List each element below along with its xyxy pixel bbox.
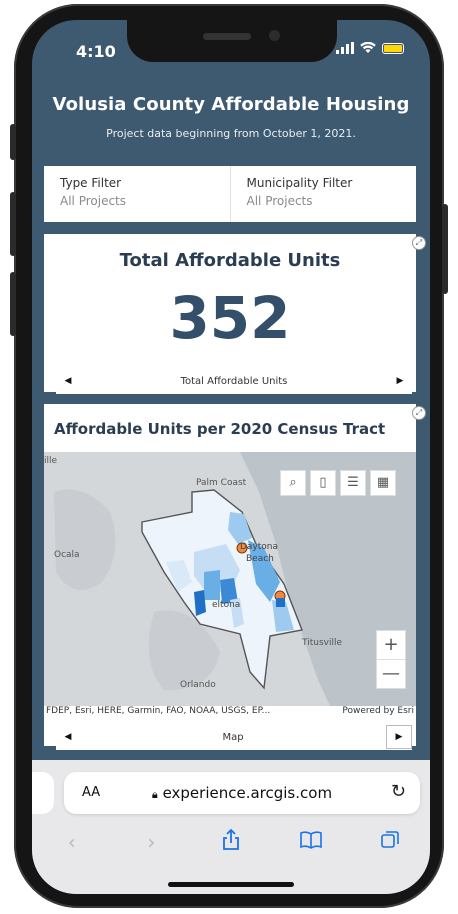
share-icon[interactable] xyxy=(211,828,251,856)
wifi-icon xyxy=(360,42,376,53)
zoom-in-button[interactable]: + xyxy=(377,631,405,659)
back-icon[interactable]: ‹ xyxy=(52,830,92,854)
zoom-out-button[interactable]: — xyxy=(377,659,405,688)
filter-panel: Type Filter All Projects Municipality Fi… xyxy=(44,166,416,222)
url-text: 🔒︎ experience.arcgis.com xyxy=(64,784,420,802)
place-label: eltona xyxy=(212,600,241,610)
place-label: ille xyxy=(44,456,58,466)
address-bar[interactable]: AA 🔒︎ experience.arcgis.com ↻ xyxy=(64,772,420,814)
browser-chrome: AA 🔒︎ experience.arcgis.com ↻ ‹ › xyxy=(32,760,430,894)
front-camera xyxy=(269,30,280,41)
mute-switch xyxy=(10,124,16,160)
units-card-nav: ◀ Total Affordable Units ▶ xyxy=(56,368,412,394)
next-arrow-icon[interactable]: ▶ xyxy=(385,725,412,749)
book-icon[interactable] xyxy=(291,830,331,854)
place-label: Ocala xyxy=(54,550,80,560)
previous-tab-stub[interactable] xyxy=(32,772,54,814)
map-card-title: Affordable Units per 2020 Census Tract xyxy=(54,420,386,438)
type-filter-value: All Projects xyxy=(60,194,126,208)
signal-icon xyxy=(336,42,354,54)
type-filter[interactable]: Type Filter All Projects xyxy=(44,166,230,222)
map-toolbar: ⌕ ▯ ☰ ▦ xyxy=(280,470,396,496)
place-label: Beach xyxy=(246,554,274,564)
url-label: experience.arcgis.com xyxy=(162,784,333,802)
place-label: Palm Coast xyxy=(196,478,247,488)
forward-icon[interactable]: › xyxy=(131,830,171,854)
reload-icon[interactable]: ↻ xyxy=(391,781,406,802)
notch xyxy=(127,20,337,62)
tabs-icon[interactable] xyxy=(370,830,410,855)
basemap-gallery-icon[interactable]: ▦ xyxy=(370,470,396,496)
page-subtitle: Project data beginning from October 1, 2… xyxy=(106,127,356,140)
place-label: Orlando xyxy=(180,680,216,690)
status-icons xyxy=(336,42,404,54)
map-card: Affordable Units per 2020 Census Tract P… xyxy=(44,404,416,750)
status-time: 4:10 xyxy=(76,42,116,61)
units-nav-label: Total Affordable Units xyxy=(180,375,288,387)
phone-screen: 4:10 Volusia County Affordable Housing P… xyxy=(32,20,430,894)
map-view[interactable]: Palm Coast Ocala Daytona Beach eltona Ti… xyxy=(44,452,416,706)
dashboard-header: Volusia County Affordable Housing Projec… xyxy=(32,94,430,140)
next-arrow-icon[interactable]: ▶ xyxy=(388,376,412,386)
lock-icon: 🔒︎ xyxy=(151,788,158,801)
volume-down-button xyxy=(10,272,16,336)
place-label: Daytona xyxy=(240,542,279,552)
prev-arrow-icon[interactable]: ◀ xyxy=(56,732,80,742)
prev-arrow-icon[interactable]: ◀ xyxy=(56,376,80,386)
place-label: Titusville xyxy=(302,638,343,648)
bookmark-icon[interactable]: ▯ xyxy=(310,470,336,496)
power-button xyxy=(442,204,448,294)
legend-list-icon[interactable]: ☰ xyxy=(340,470,366,496)
map-nav-label: Map xyxy=(222,731,244,743)
total-units-card: Total Affordable Units 352 ◀ Total Affor… xyxy=(44,234,416,394)
volume-up-button xyxy=(10,192,16,256)
powered-by-esri[interactable]: Powered by Esri xyxy=(342,706,414,720)
earpiece-speaker xyxy=(203,33,251,40)
municipality-filter-value: All Projects xyxy=(246,194,313,208)
units-card-title: Total Affordable Units xyxy=(119,250,341,271)
page-title: Volusia County Affordable Housing xyxy=(52,94,410,115)
map-card-nav: ◀ Map ▶ xyxy=(56,724,412,750)
map-attribution: FDEP, Esri, HERE, Garmin, FAO, NOAA, USG… xyxy=(44,706,416,720)
municipality-filter[interactable]: Municipality Filter All Projects xyxy=(229,166,417,222)
units-value: 352 xyxy=(169,284,291,352)
browser-toolbar: ‹ › xyxy=(32,826,430,858)
battery-icon xyxy=(382,42,404,54)
attribution-text[interactable]: FDEP, Esri, HERE, Garmin, FAO, NOAA, USG… xyxy=(46,706,270,720)
expand-icon[interactable]: ⤢ xyxy=(412,236,426,250)
type-filter-label: Type Filter xyxy=(60,176,122,190)
home-indicator[interactable] xyxy=(168,882,294,887)
expand-icon[interactable]: ⤢ xyxy=(412,406,426,420)
municipality-filter-label: Municipality Filter xyxy=(246,176,353,190)
search-icon[interactable]: ⌕ xyxy=(280,470,306,496)
zoom-control: + — xyxy=(376,630,406,689)
